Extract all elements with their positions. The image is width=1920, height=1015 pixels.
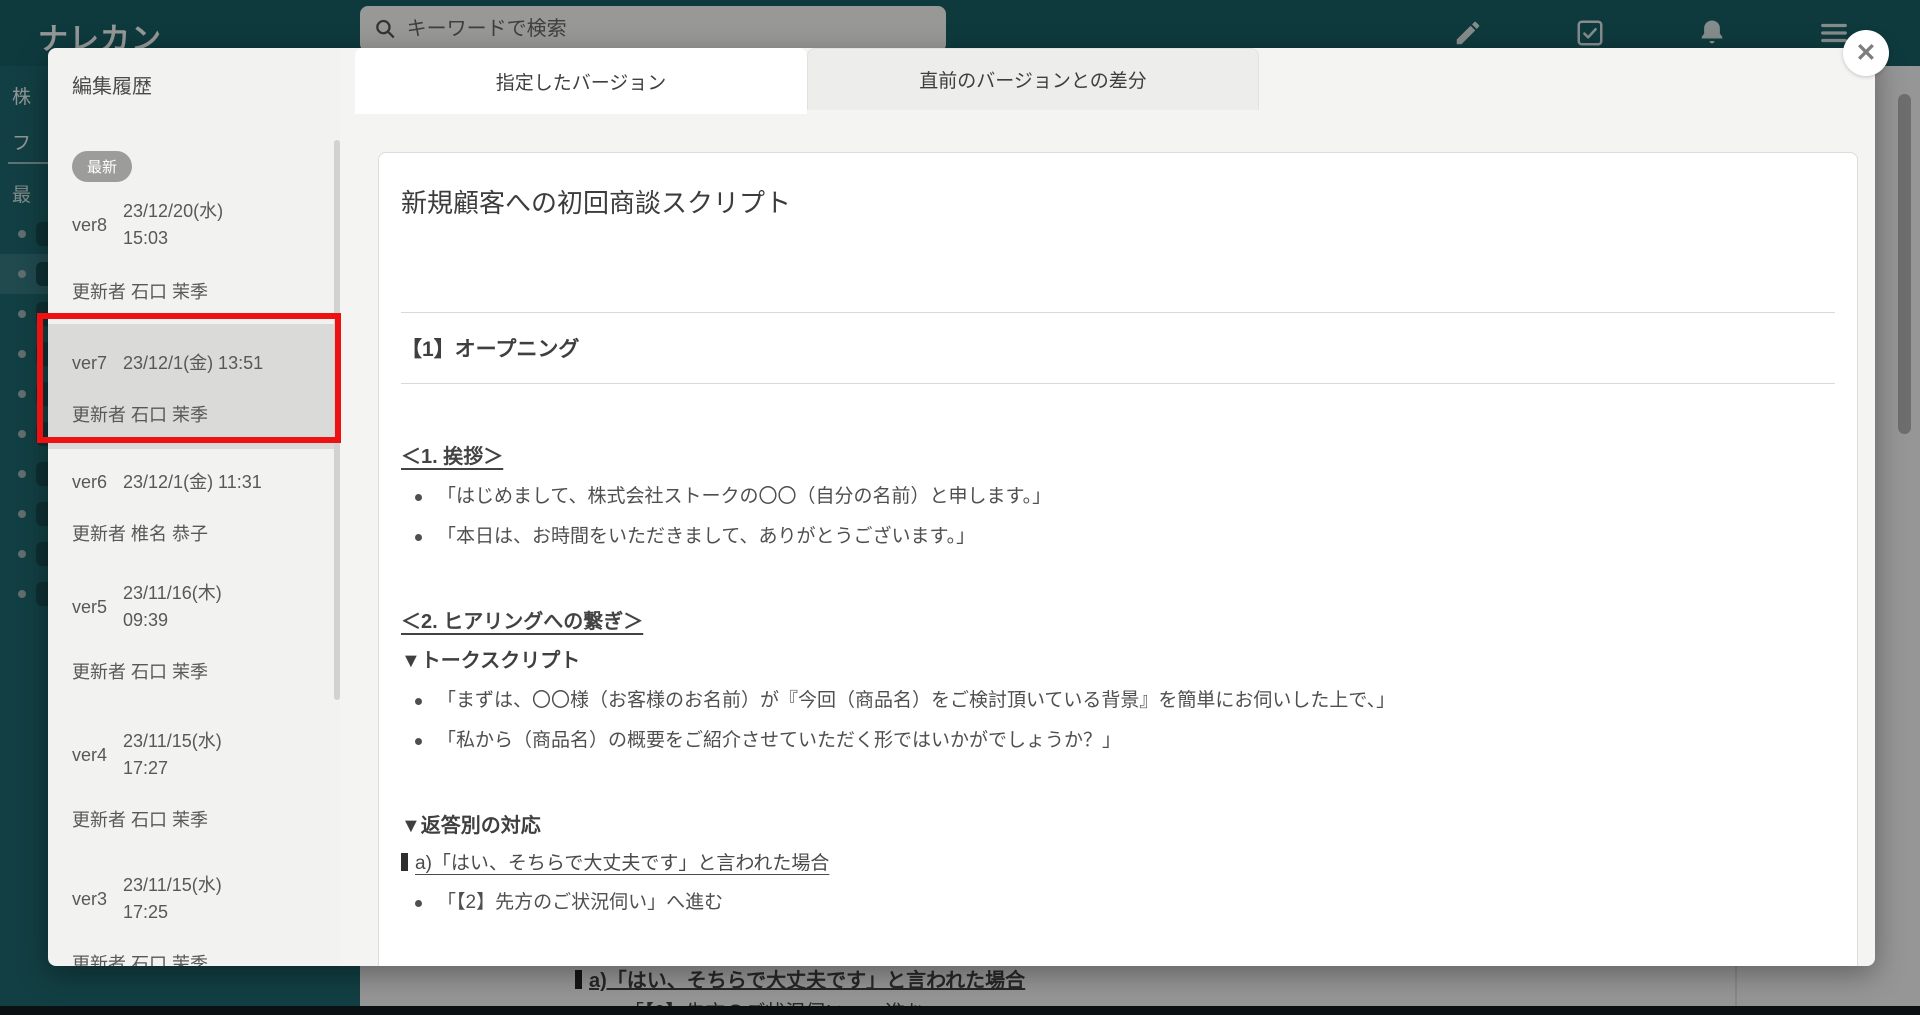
version-list: ver8 23/12/20(水)15:03 更新者 石口 茉季 ver7 23/12/1… [72,198,316,966]
version-item-ver6[interactable]: ver6 23/12/1(金) 11:31 更新者 椎名 恭子 [72,469,316,546]
version-label: ver8 [72,215,107,236]
divider [401,312,1835,313]
version-datetime: 23/11/15(水)17:27 [123,728,222,782]
version-updater: 更新者 椎名 恭子 [72,520,316,546]
version-label: ver6 [72,472,107,493]
version-preview-panel: 指定したバージョン直前のバージョンとの差分 このバージョンに戻す 新規顧客への初… [340,48,1875,966]
document-content: 新規顧客への初回商談スクリプト【1】オープニング ＜1. 挨拶＞ 「はじめまして、株… [379,153,1857,966]
bullet-item: 「はじめまして、株式会社ストークの〇〇（自分の名前）と申します。」 [401,477,1835,517]
case-marker [401,853,408,871]
bullet-item: 「本日は、お時間をいただきまして、ありがとうございます。」 [401,517,1835,557]
subsection-heading: ＜1. 挨拶＞ [401,440,1835,469]
bullet-list: 「はじめまして、株式会社ストークの〇〇（自分の名前）と申します。」「本日は、お時… [401,477,1835,557]
section-heading: 【1】オープニング [401,333,1835,363]
version-datetime: 23/12/20(水)15:03 [123,198,223,252]
version-item-ver5[interactable]: ver5 23/11/16(木)09:39 更新者 石口 茉季 [72,580,316,684]
tab-specified-version[interactable]: 指定したバージョン [355,48,807,114]
list-label: ▼返答別の対応 [401,809,1835,838]
list-label: ▼トークスクリプト [401,644,1835,673]
version-updater: 更新者 石口 茉季 [72,658,316,684]
version-datetime: 23/12/1(金) 11:31 [123,469,262,496]
version-item-ver7[interactable]: ver7 23/12/1(金) 13:51 更新者 石口 茉季 [48,324,340,449]
version-datetime: 23/11/15(水)17:25 [123,872,222,926]
version-item-ver4[interactable]: ver4 23/11/15(水)17:27 更新者 石口 茉季 [72,728,316,832]
case-heading: a)「はい、そちらで大丈夫です」と言われた場合 [401,848,1835,875]
bullet-list: 「まずは、〇〇様（お客様のお名前）が『今回（商品名）をご検討頂いている背景』を簡… [401,681,1835,761]
version-label: ver4 [72,745,107,766]
version-label: ver5 [72,597,107,618]
version-label: ver7 [72,353,107,374]
version-updater: 更新者 石口 茉季 [72,950,316,966]
tab-diff-previous-version[interactable]: 直前のバージョンとの差分 [807,48,1259,110]
document-title: 新規顧客への初回商談スクリプト [401,183,1835,220]
screen: ナレカン [0,0,1920,1015]
edit-history-modal: 編集履歴 最新 ver823/12/20(水)15:03更新者 石口 茉季ver… [48,48,1875,966]
subsection-heading: ＜2. ヒアリングへの繋ぎ＞ [401,605,1835,634]
divider [401,383,1835,384]
bullet-item: 「【2】先方のご状況伺い」へ進む [401,883,1835,923]
bullet-item: 「私から（商品名）の概要をご紹介させていただく形ではいかがでしょうか？」 [401,721,1835,761]
history-panel: 編集履歴 最新 ver823/12/20(水)15:03更新者 石口 茉季ver… [48,48,340,966]
document-preview-card: 新規顧客への初回商談スクリプト【1】オープニング ＜1. 挨拶＞ 「はじめまして、株… [378,152,1858,966]
version-updater: 更新者 石口 茉季 [72,806,316,832]
version-item-ver8[interactable]: ver8 23/12/20(水)15:03 更新者 石口 茉季 [72,198,316,304]
version-label: ver3 [72,889,107,910]
version-updater: 更新者 石口 茉季 [72,401,316,427]
version-datetime: 23/11/16(木)09:39 [123,580,222,634]
version-updater: 更新者 石口 茉季 [72,278,316,304]
bullet-item: 「まずは、〇〇様（お客様のお名前）が『今回（商品名）をご検討頂いている背景』を簡… [401,681,1835,721]
version-tabs: 指定したバージョン直前のバージョンとの差分 [355,48,1259,114]
history-title: 編集履歴 [72,70,316,99]
version-datetime: 23/12/1(金) 13:51 [123,350,263,377]
close-icon[interactable]: ✕ [1843,30,1889,76]
latest-badge: 最新 [72,151,132,182]
version-item-ver3[interactable]: ver3 23/11/15(水)17:25 更新者 石口 茉季 [72,872,316,966]
bullet-list: 「【2】先方のご状況伺い」へ進む [401,883,1835,923]
